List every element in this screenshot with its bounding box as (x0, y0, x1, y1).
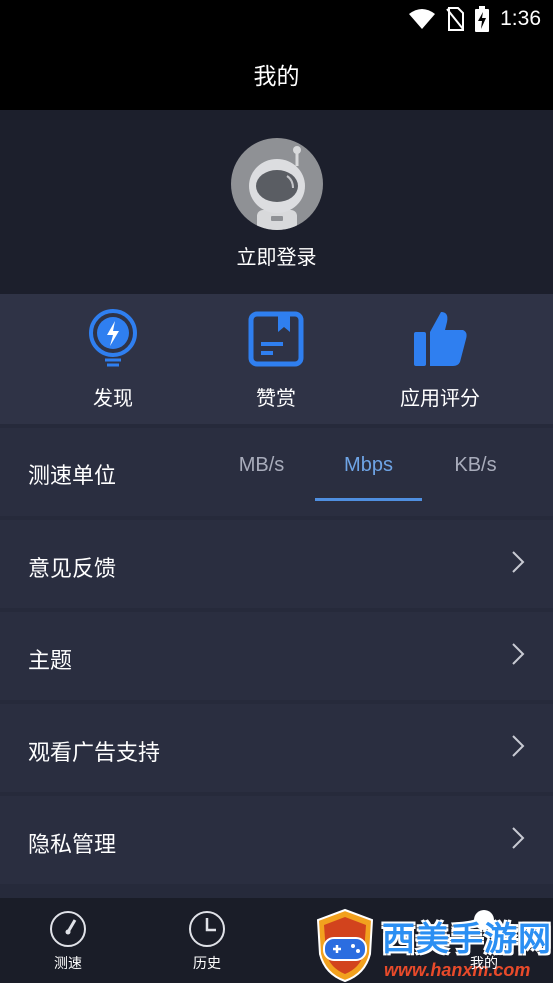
menu-item-label: 观看广告支持 (28, 741, 161, 766)
page-title: 我的 (253, 64, 300, 90)
wifi-icon (409, 9, 436, 29)
unit-tab-indicator (315, 498, 422, 501)
reward-button[interactable]: 赞赏 (216, 294, 336, 424)
discover-button[interactable]: 发现 (53, 294, 173, 424)
status-time: 1:36 (500, 7, 541, 30)
bookmark-book-icon (248, 311, 304, 367)
menu-item-feedback[interactable]: 意见反馈 (0, 520, 553, 608)
nav-tab-label: 历史 (193, 956, 221, 972)
rate-app-button[interactable]: 应用评分 (380, 294, 500, 424)
status-icons: 1:36 (408, 6, 541, 32)
status-bar: 1:36 (0, 0, 553, 38)
nav-tab-history[interactable]: 历史 (157, 898, 257, 983)
chevron-right-icon (512, 735, 525, 757)
thumbs-up-icon (414, 312, 467, 366)
chevron-right-icon (512, 827, 525, 849)
clock-icon (189, 911, 225, 947)
lightning-bulb-icon (89, 309, 137, 367)
menu-item-label: 意见反馈 (28, 557, 117, 582)
chevron-right-icon (512, 551, 525, 573)
speedometer-icon (50, 911, 86, 947)
unit-tab-mbytes[interactable]: MB/s (208, 428, 315, 502)
rate-app-label: 应用评分 (400, 386, 480, 410)
chevron-right-icon (512, 643, 525, 665)
nav-tab-me[interactable]: 我的 (442, 953, 526, 973)
speed-unit-row: 测速单位 MB/s Mbps KB/s (0, 428, 553, 516)
unit-tab-kbytes[interactable]: KB/s (422, 428, 529, 502)
profile-section: 立即登录 (0, 110, 553, 294)
discover-label: 发现 (93, 386, 133, 410)
gamepad-shield-icon (316, 908, 374, 983)
menu-item-label: 隐私管理 (28, 833, 117, 858)
menu-item-theme[interactable]: 主题 (0, 612, 553, 700)
menu-item-privacy[interactable]: 隐私管理 (0, 796, 553, 884)
menu-item-watch-ads[interactable]: 观看广告支持 (0, 704, 553, 792)
no-sim-icon (446, 7, 465, 31)
menu-item-label: 主题 (28, 649, 73, 674)
battery-charging-icon (475, 6, 490, 32)
speed-unit-label: 测速单位 (28, 464, 117, 489)
login-button[interactable]: 立即登录 (0, 241, 553, 270)
nav-tab-speedtest[interactable]: 测速 (18, 898, 118, 983)
unit-tab-mbps[interactable]: Mbps (315, 428, 422, 502)
avatar[interactable] (231, 138, 323, 230)
reward-label: 赞赏 (256, 386, 296, 410)
nav-tab-label: 测速 (54, 956, 82, 972)
astronaut-icon (249, 146, 305, 230)
quick-actions: 发现 赞赏 应用评分 (0, 294, 553, 424)
title-bar: 我的 (0, 38, 553, 110)
